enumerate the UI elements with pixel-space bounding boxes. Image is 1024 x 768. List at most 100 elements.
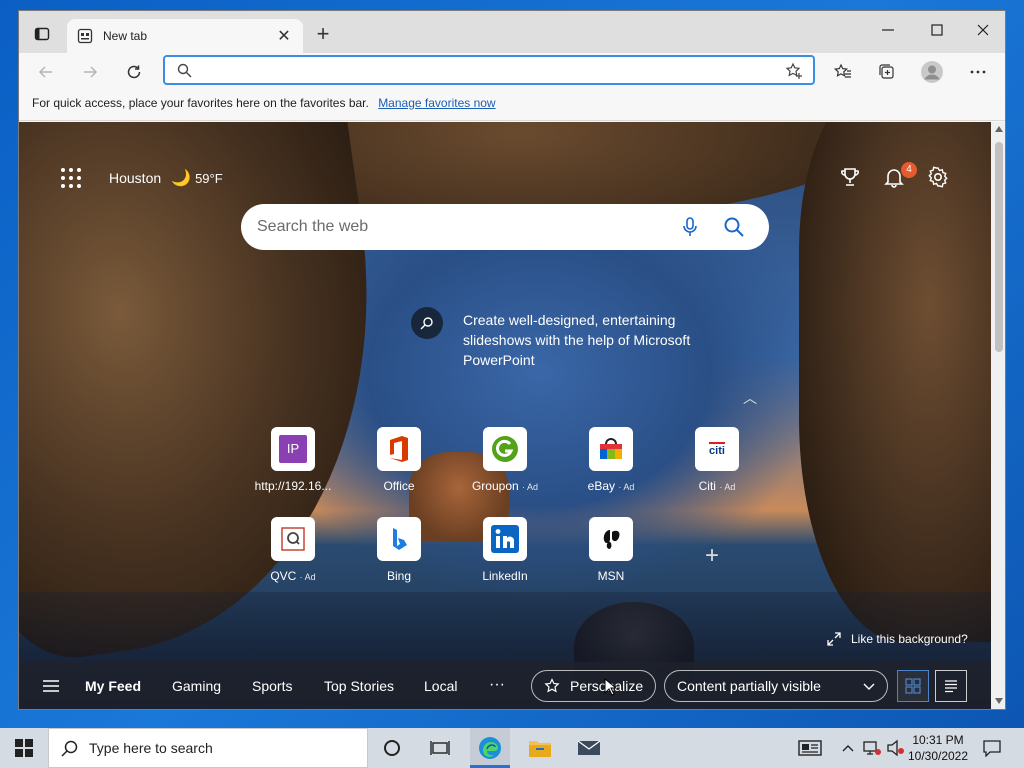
mouse-cursor-icon <box>604 678 616 696</box>
tab-my-feed[interactable]: My Feed <box>85 678 141 694</box>
settings-more-button[interactable] <box>965 59 991 85</box>
tile-label: http://192.16... <box>253 479 333 493</box>
ip-icon: IP <box>279 435 307 463</box>
groupon-logo-icon <box>492 436 518 462</box>
manage-favorites-link[interactable]: Manage favorites now <box>378 96 495 110</box>
citi-logo-icon: citi <box>709 441 725 457</box>
tile-label-text: LinkedIn <box>482 569 528 583</box>
promo-search-button[interactable] <box>411 307 443 339</box>
tab-sports[interactable]: Sports <box>252 678 292 694</box>
minimize-icon <box>882 29 894 31</box>
weather-widget[interactable]: Houston 🌙 59°F <box>109 168 223 188</box>
close-window-button[interactable] <box>960 17 1005 43</box>
search-icon[interactable] <box>723 216 745 238</box>
system-clock[interactable]: 10:31 PM 10/30/2022 <box>906 732 970 764</box>
refresh-icon <box>127 65 141 79</box>
add-quick-link-icon[interactable]: + <box>705 542 719 570</box>
bing-logo-icon <box>393 528 407 550</box>
quick-link-tile[interactable]: MSN <box>571 517 651 583</box>
web-search-box[interactable] <box>241 204 769 250</box>
tile-label: Office <box>359 479 439 493</box>
back-button[interactable] <box>33 59 59 85</box>
maximize-button[interactable] <box>914 17 960 43</box>
refresh-button[interactable] <box>121 59 147 85</box>
more-tabs-button[interactable]: ··· <box>489 676 505 694</box>
web-search-input[interactable] <box>257 217 657 237</box>
tab-local[interactable]: Local <box>424 678 457 694</box>
gear-icon[interactable] <box>927 166 949 188</box>
task-view-button[interactable] <box>428 736 452 760</box>
quick-link-tile[interactable]: Bing <box>359 517 439 583</box>
taskbar-search-box[interactable] <box>48 728 368 768</box>
tab-title: New tab <box>103 29 148 43</box>
personalize-button[interactable]: Personalize <box>531 670 656 702</box>
clock-date: 10/30/2022 <box>907 749 969 763</box>
promo-text[interactable]: Create well-designed, entertaining slide… <box>463 310 713 370</box>
profile-button[interactable] <box>919 59 945 85</box>
mail-button[interactable] <box>577 736 601 760</box>
scroll-thumb[interactable] <box>995 142 1003 352</box>
tab-gaming[interactable]: Gaming <box>172 678 221 694</box>
tile-icon-box <box>377 517 421 561</box>
file-explorer-button[interactable] <box>528 736 552 760</box>
minimize-button[interactable] <box>865 17 911 43</box>
like-background-button[interactable]: Like this background? <box>827 632 968 646</box>
quick-link-tile[interactable]: Groupon · Ad <box>465 427 545 493</box>
scroll-down-icon[interactable] <box>995 698 1003 704</box>
favorites-bar-message: For quick access, place your favorites h… <box>32 96 369 110</box>
taskbar-search-input[interactable] <box>89 740 349 756</box>
forward-arrow-icon <box>84 66 98 78</box>
new-tab-button[interactable]: + <box>311 23 335 47</box>
action-center-button[interactable] <box>980 736 1004 760</box>
tab-actions-button[interactable] <box>31 23 53 45</box>
tile-label-text: eBay <box>587 479 615 493</box>
linkedin-logo-icon <box>491 525 519 553</box>
grid-layout-button[interactable] <box>897 670 929 702</box>
quick-link-tile[interactable]: LinkedIn <box>465 517 545 583</box>
address-bar[interactable] <box>163 55 815 85</box>
navigation-toolbar <box>19 53 1005 89</box>
network-status-button[interactable] <box>860 736 884 760</box>
rewards-trophy-icon[interactable] <box>839 166 861 188</box>
quick-link-tile[interactable]: IP http://192.16... <box>253 427 333 493</box>
tile-label: QVC · Ad <box>253 569 333 583</box>
add-favorite-icon[interactable] <box>785 62 803 80</box>
start-button[interactable] <box>0 728 48 768</box>
tile-label: Bing <box>359 569 439 583</box>
tab-new-tab[interactable]: New tab ✕ <box>67 19 303 53</box>
tile-icon-box: citi <box>695 427 739 471</box>
forward-button[interactable] <box>77 59 103 85</box>
list-layout-button[interactable] <box>935 670 967 702</box>
cortana-button[interactable] <box>380 736 404 760</box>
search-icon <box>177 63 192 78</box>
collections-button[interactable] <box>874 59 900 85</box>
quick-link-tile[interactable]: eBay · Ad <box>571 427 651 493</box>
weather-temperature: 59°F <box>195 170 223 186</box>
ad-label: · Ad <box>522 482 539 492</box>
tab-top-stories[interactable]: Top Stories <box>324 678 394 694</box>
tile-label: eBay · Ad <box>571 479 651 493</box>
feed-navigation-bar: My Feed Gaming Sports Top Stories Local … <box>19 662 991 709</box>
star-edit-icon <box>544 678 560 693</box>
ad-label: · Ad <box>299 572 316 582</box>
scroll-up-icon[interactable] <box>995 126 1003 132</box>
vertical-scrollbar[interactable] <box>991 122 1005 709</box>
close-tab-icon[interactable]: ✕ <box>275 26 293 46</box>
collections-icon <box>879 64 894 79</box>
quick-link-tile[interactable]: citi Citi · Ad <box>677 427 757 493</box>
show-hidden-icons-button[interactable] <box>836 736 860 760</box>
favorites-button[interactable] <box>830 59 856 85</box>
quick-link-tile[interactable]: QVC · Ad <box>253 517 333 583</box>
hamburger-menu-icon[interactable] <box>41 676 61 696</box>
quick-link-tile[interactable]: Office <box>359 427 439 493</box>
content-visibility-dropdown[interactable]: Content partially visible <box>664 670 888 702</box>
app-launcher-icon[interactable] <box>59 166 83 190</box>
news-widget-button[interactable] <box>798 736 822 760</box>
volume-button[interactable] <box>884 736 908 760</box>
address-input[interactable] <box>199 61 759 79</box>
taskbar-edge-button[interactable] <box>478 736 502 760</box>
chevron-up-icon[interactable]: ︿ <box>743 388 757 408</box>
msn-butterfly-icon <box>603 530 620 549</box>
microphone-icon[interactable] <box>679 216 701 238</box>
maximize-icon <box>931 24 943 36</box>
